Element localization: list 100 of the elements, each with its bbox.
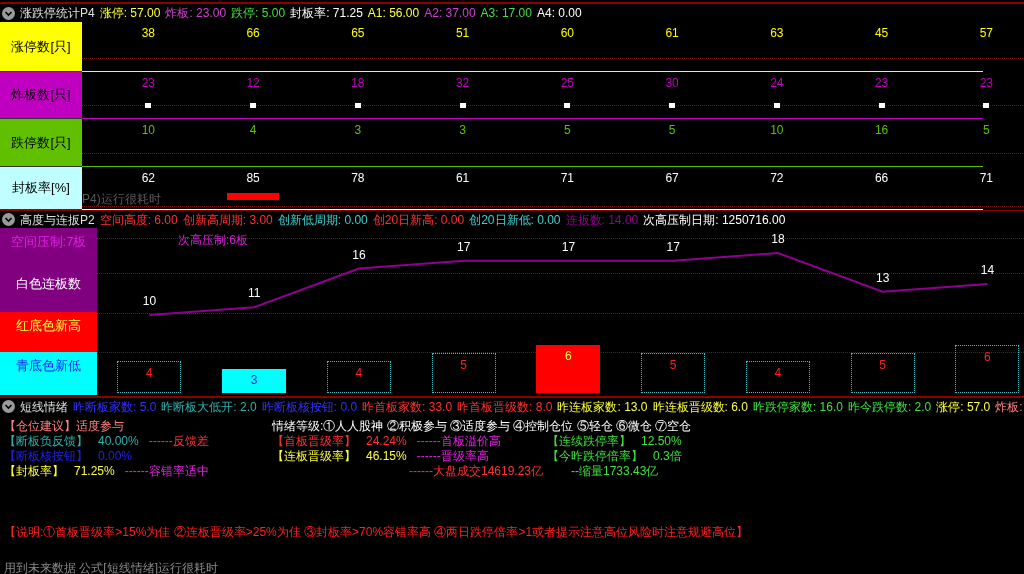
- data-label: 10: [142, 294, 157, 308]
- indicator-value: 次高压制日期: 1250716.00: [643, 211, 786, 228]
- metric-comment: --缩量1733.43亿: [571, 462, 659, 480]
- mood-levels: 情绪等级:①人人股神 ②积极参与 ③适度参与 ④控制仓位 ⑤轻仓 ⑥微仓 ⑦空仓: [272, 417, 692, 435]
- value-label: 5: [668, 124, 676, 136]
- metric-value: 40.00%: [98, 432, 139, 450]
- metric-label: 【连续跌停率】: [547, 432, 631, 450]
- indicator-value: 昨连板晋级数: 6.0: [652, 398, 748, 415]
- bar-value: 4: [774, 365, 782, 382]
- bar-value: 6: [984, 349, 991, 366]
- bar-value: 4: [355, 365, 363, 382]
- legend-label: 白色连板数: [16, 275, 81, 294]
- status-note: P4)运行很耗时: [82, 191, 161, 208]
- indicator-value: 昨连板家数: 13.0: [557, 398, 648, 415]
- metric-label: 【连板晋级率】: [272, 447, 356, 465]
- bar-value: 5: [879, 357, 886, 374]
- indicator-value: A3: 17.00: [480, 5, 532, 22]
- value-label: 71: [560, 172, 575, 184]
- metric-comment: ------容错率适中: [124, 462, 209, 480]
- legend-cell: 涨停数[只]: [0, 22, 82, 72]
- value-label: 32: [455, 77, 470, 89]
- indicator-value: 炸板:: [995, 398, 1023, 415]
- collapse-icon[interactable]: [2, 213, 15, 226]
- value-label: 61: [665, 27, 679, 39]
- data-label: 18: [771, 232, 785, 246]
- value-label: 57: [979, 27, 994, 39]
- indicator-value: 昨跌停家数: 16.0: [752, 398, 843, 415]
- value-label: 63: [770, 27, 784, 39]
- metric-label: 【今昨跌停倍率】: [547, 447, 643, 465]
- value-label: 5: [983, 124, 990, 136]
- metric-value: 12.50%: [641, 432, 682, 450]
- panel-title: 高度与连扳P2: [20, 211, 95, 228]
- advice-label: 【仓位建议】: [4, 417, 76, 435]
- value-label: 38: [141, 27, 156, 39]
- value-label: 61: [455, 172, 470, 184]
- data-label: 11: [247, 286, 261, 301]
- legend-label: 空间压制:7板: [10, 233, 87, 251]
- metric-comment: ------反馈差: [148, 432, 209, 450]
- value-label: 67: [665, 172, 679, 184]
- value-label: 10: [770, 124, 784, 136]
- data-label: 17: [561, 239, 576, 254]
- indicator-value: 创新低周期: 0.00: [277, 211, 368, 228]
- value-label: 66: [874, 172, 889, 184]
- metric-comment: ------晋级率高: [416, 447, 489, 465]
- bar-value: 5: [460, 357, 467, 374]
- indicator-value: 跌停: 5.00: [231, 5, 286, 22]
- bar-value: 6: [565, 348, 572, 365]
- data-label: 17: [666, 239, 680, 254]
- panel-title: 涨跌停统计P4: [20, 5, 95, 22]
- metric-label: 【首板晋级率】: [272, 432, 356, 450]
- bar-value: 3: [250, 372, 258, 389]
- value-label: 30: [665, 77, 679, 89]
- value-label: 18: [351, 77, 365, 89]
- data-label: 14: [980, 263, 995, 277]
- value-label: 45: [874, 27, 889, 39]
- metric-value: 46.15%: [366, 447, 407, 465]
- value-label: 23: [141, 77, 156, 89]
- indicator-value: 昨断板核按钮: 0.0: [261, 398, 358, 415]
- value-label: 24: [770, 77, 784, 89]
- legend-cell: 跌停数[只]: [0, 119, 82, 167]
- indicator-value: 炸板: 23.00: [165, 5, 227, 22]
- value-label: 23: [874, 77, 889, 89]
- metric-value: 24.24%: [366, 432, 407, 450]
- indicator-value: 涨停: 57.00: [99, 5, 161, 22]
- metric-label: 【断板负反馈】: [4, 432, 88, 450]
- indicator-value: 空间高度: 6.00: [99, 211, 178, 228]
- metric-comment: ------大盘成交14619.23亿: [409, 462, 544, 480]
- indicator-value: 封板率: 71.25: [290, 5, 363, 22]
- value-label: 16: [874, 124, 889, 136]
- indicator-value: 昨今跌停数: 2.0: [847, 398, 932, 415]
- metric-comment: ------首板溢价高: [416, 432, 501, 450]
- value-label: 78: [351, 172, 365, 184]
- metric-value: 71.25%: [74, 462, 115, 480]
- value-label: 71: [979, 172, 994, 184]
- indicator-value: 昨断板家数: 5.0: [73, 398, 157, 415]
- status-text: 用到未来数据 公式[短线情绪]运行很耗时: [4, 560, 219, 574]
- value-label: 3: [354, 124, 362, 136]
- indicator-value: 涨停: 57.0: [936, 398, 991, 415]
- bar-value: 4: [146, 365, 153, 382]
- indicator-value: 昨断板大低开: 2.0: [161, 398, 257, 415]
- collapse-icon[interactable]: [2, 400, 15, 413]
- advice-value: 适度参与: [76, 417, 124, 435]
- value-label: 65: [351, 27, 365, 39]
- metric-value: 0.3倍: [653, 447, 682, 465]
- legend-cell: 封板率[%]: [0, 167, 82, 210]
- indicator-value: 创新高周期: 3.00: [182, 211, 273, 228]
- indicator-value: 昨首板家数: 33.0: [362, 398, 453, 415]
- data-label: 16: [352, 247, 366, 262]
- value-label: 85: [246, 172, 260, 184]
- resistance-label: 次高压制:6板: [178, 232, 248, 249]
- collapse-icon[interactable]: [2, 6, 15, 20]
- legend-label: 青底色新低: [16, 357, 81, 375]
- value-label: 10: [141, 124, 156, 136]
- value-label: 25: [560, 77, 575, 89]
- value-label: 4: [249, 124, 257, 136]
- metric-label: 【封板率】: [4, 462, 64, 480]
- value-label: 3: [459, 124, 466, 136]
- value-label: 66: [246, 27, 260, 39]
- indicator-value: 连扳数: 14.00: [565, 211, 639, 228]
- metric-value: 0.00%: [98, 447, 133, 465]
